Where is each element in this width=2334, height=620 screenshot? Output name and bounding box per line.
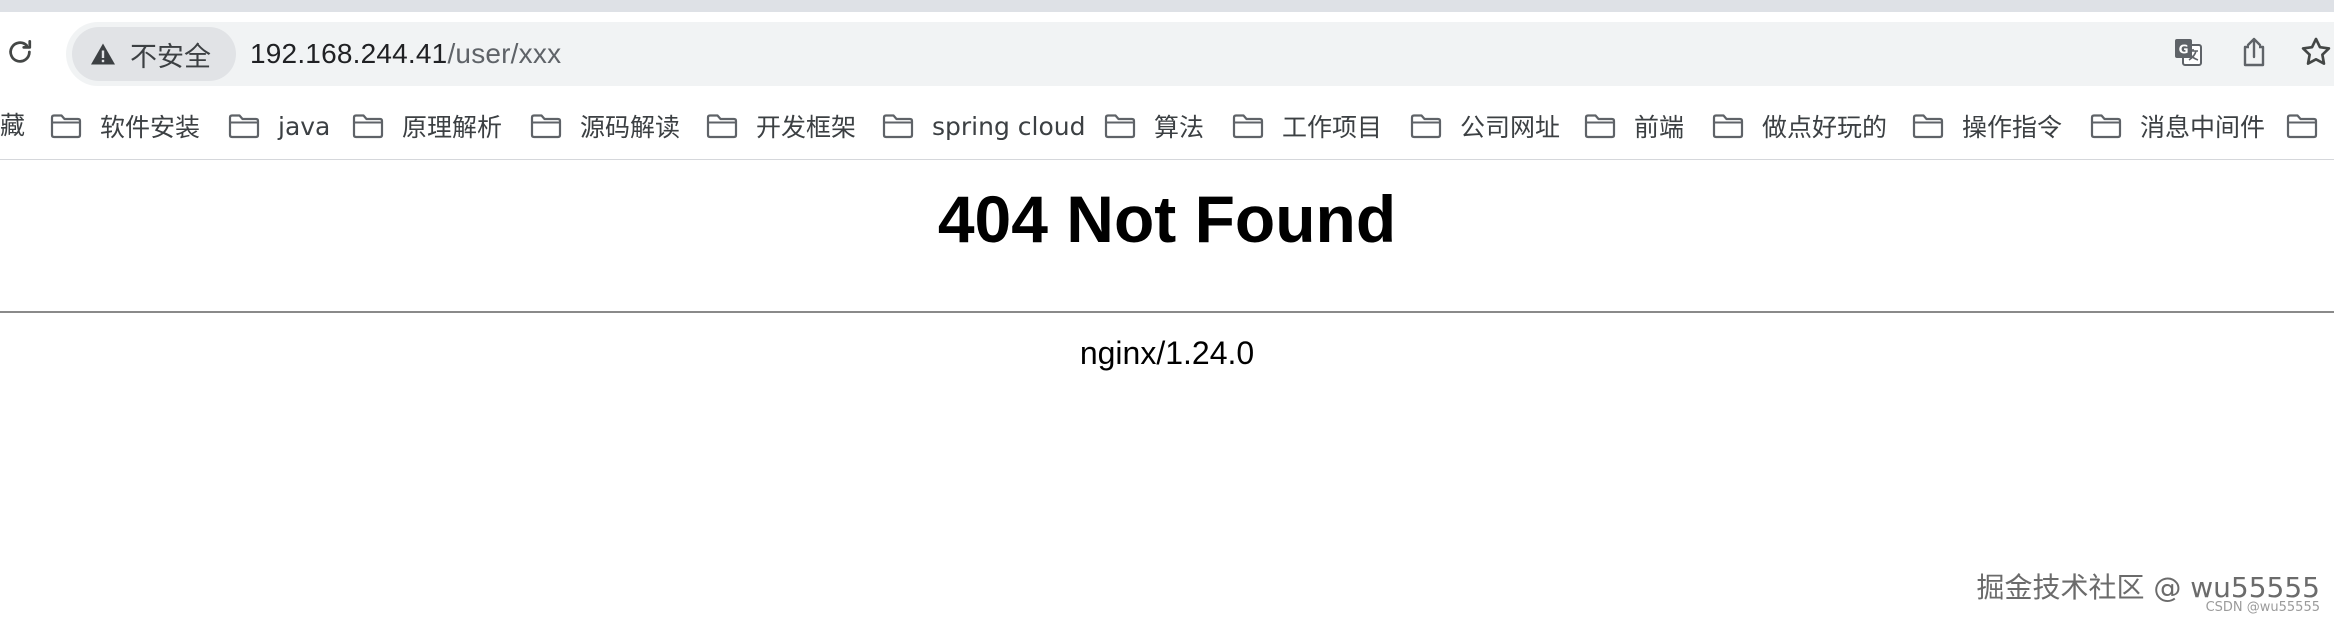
translate-icon: G [2175, 39, 2202, 66]
star-icon [2301, 37, 2331, 65]
folder-icon [50, 114, 82, 139]
folder-icon [1410, 114, 1442, 139]
divider [0, 311, 2334, 313]
folder-icon [882, 114, 914, 139]
folder-icon [1232, 114, 1264, 139]
bookmark-label: 前端 [1634, 113, 1685, 142]
bookmark-label: 软件安装 [100, 113, 201, 142]
security-label: 不安全 [130, 41, 211, 73]
bookmark-label: 做点好玩的 [1762, 113, 1888, 142]
url-host: 192.168.244.41 [250, 38, 448, 69]
bookmark-folder[interactable]: 软件安装 [50, 92, 200, 160]
bookmark-label: spring cloud [932, 111, 1086, 141]
bookmark-folder[interactable]: 前端 [1584, 92, 1684, 160]
svg-text:G: G [2179, 43, 2189, 57]
folder-icon [1584, 114, 1616, 139]
bookmark-star-button[interactable] [2296, 32, 2334, 72]
bookmark-folder[interactable]: 操作指令 [1912, 92, 2062, 160]
watermark-sub: CSDN @wu55555 [2205, 600, 2320, 615]
bookmark-folder-overflow[interactable] [2286, 92, 2318, 160]
bookmarks-bar: 藏 软件安装 java 原理解析 源码解读 开发框架 spring cloud 算法 工作项目… [0, 92, 2334, 160]
translate-button[interactable]: G [2168, 32, 2208, 72]
folder-icon [1912, 114, 1944, 139]
page-title: 404 Not Found [937, 182, 1397, 256]
bookmark-folder[interactable]: 算法 [1104, 92, 1204, 160]
folder-icon [1104, 114, 1136, 139]
bookmark-folder[interactable]: 消息中间件 [2090, 92, 2265, 160]
bookmark-folder[interactable]: 做点好玩的 [1712, 92, 1887, 160]
folder-icon [228, 114, 260, 139]
folder-icon [2090, 114, 2122, 139]
bookmark-label: 开发框架 [756, 113, 857, 142]
bookmark-label: 源码解读 [580, 113, 681, 142]
folder-icon [706, 114, 738, 139]
tab-strip [0, 0, 2334, 12]
bookmark-folder[interactable]: 源码解读 [530, 92, 680, 160]
bookmark-folder[interactable]: 原理解析 [352, 92, 502, 160]
page-content: 404 Not Found nginx/1.24.0 [0, 161, 2334, 620]
bookmark-folder[interactable]: 公司网址 [1410, 92, 1560, 160]
reload-button[interactable] [2, 34, 38, 70]
bookmark-folder[interactable]: spring cloud [882, 92, 1085, 160]
address-bar[interactable]: 不安全 192.168.244.41/user/xxx [66, 22, 2334, 86]
bookmark-folder[interactable]: java [228, 92, 330, 160]
security-chip[interactable]: 不安全 [72, 27, 236, 81]
folder-icon [2286, 114, 2318, 139]
bookmark-label: 公司网址 [1460, 113, 1561, 142]
folder-icon [530, 114, 562, 139]
bookmark-label: 操作指令 [1962, 113, 2063, 142]
bookmark-folder[interactable]: 工作项目 [1232, 92, 1382, 160]
folder-icon [352, 114, 384, 139]
bookmark-label: java [278, 111, 331, 141]
server-signature: nginx/1.24.0 [1079, 335, 1255, 371]
share-icon [2243, 37, 2265, 67]
share-button[interactable] [2234, 32, 2274, 72]
bookmark-folder[interactable]: 开发框架 [706, 92, 856, 160]
reload-icon [9, 40, 32, 63]
folder-icon [1712, 114, 1744, 139]
bookmark-label: 算法 [1154, 113, 1205, 142]
bookmark-label: 原理解析 [402, 113, 503, 142]
browser-toolbar: 不安全 192.168.244.41/user/xxx G [0, 12, 2334, 92]
bookmark-label: 消息中间件 [2140, 113, 2266, 142]
bookmark-clipped-label[interactable]: 藏 [0, 92, 25, 160]
url-path: /user/xxx [447, 38, 562, 69]
warning-icon [91, 43, 115, 65]
url-text[interactable]: 192.168.244.41/user/xxx [250, 22, 561, 86]
bookmark-label: 工作项目 [1282, 113, 1383, 142]
